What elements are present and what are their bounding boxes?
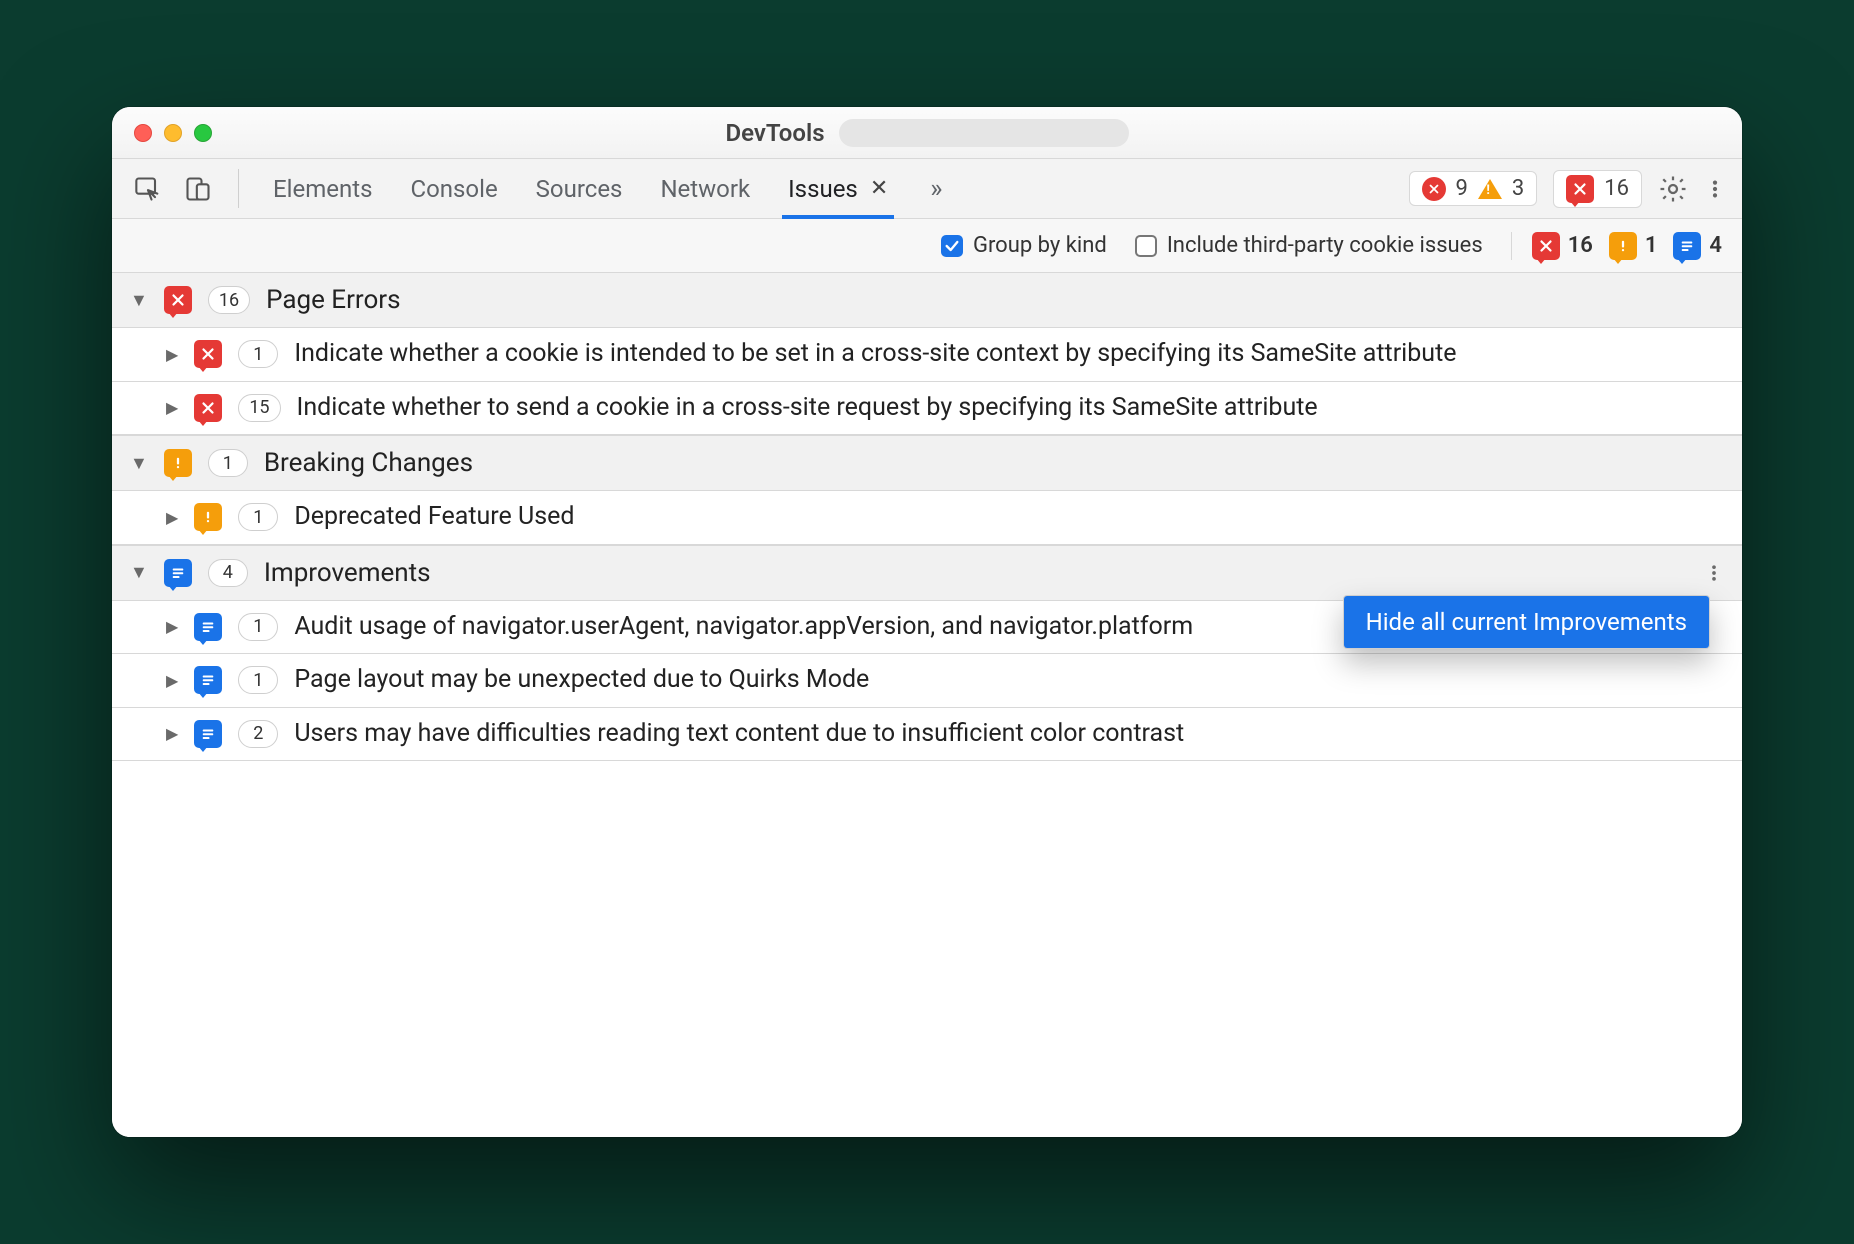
zoom-window-button[interactable] [194, 124, 212, 142]
issue-error-icon [164, 286, 192, 314]
issue-warning-icon [164, 449, 192, 477]
group-improvements[interactable]: ▼ 4 Improvements [112, 545, 1742, 601]
console-status-pill[interactable]: 9 3 [1409, 171, 1538, 206]
settings-icon[interactable] [1658, 174, 1688, 204]
issues-summary: 16 1 4 [1511, 232, 1722, 260]
group-by-kind-checkbox[interactable]: Group by kind [941, 233, 1107, 258]
panel-tabs: Elements Console Sources Network Issues … [273, 159, 1409, 218]
issue-count: 1 [238, 503, 278, 531]
summary-errors[interactable]: 16 [1532, 232, 1593, 260]
issue-count: 1 [238, 666, 278, 694]
issues-filter-bar: Group by kind Include third-party cookie… [112, 219, 1742, 273]
issue-warning-icon [1609, 232, 1637, 260]
disclosure-closed-icon: ▶ [166, 345, 178, 364]
summary-info[interactable]: 4 [1673, 232, 1722, 260]
issue-warning-icon [194, 503, 222, 531]
issue-info-icon [164, 559, 192, 587]
minimize-window-button[interactable] [164, 124, 182, 142]
disclosure-closed-icon: ▶ [166, 398, 178, 417]
group-more-icon[interactable] [1704, 560, 1724, 586]
inspect-element-icon[interactable] [134, 175, 162, 203]
error-count: 9 [1456, 176, 1468, 201]
tab-network[interactable]: Network [660, 159, 750, 218]
disclosure-closed-icon: ▶ [166, 617, 178, 636]
issue-count: 15 [238, 394, 280, 422]
issue-row[interactable]: ▶ 2 Users may have difficulties reading … [112, 708, 1742, 762]
checkbox-checked-icon [941, 235, 963, 257]
issue-title: Page layout may be unexpected due to Qui… [294, 664, 1724, 697]
summary-warnings[interactable]: 1 [1609, 232, 1658, 260]
tab-issues[interactable]: Issues ✕ [788, 159, 888, 218]
issue-title: Users may have difficulties reading text… [294, 718, 1724, 751]
window-titlebar: DevTools [112, 107, 1742, 159]
group-label: Breaking Changes [264, 448, 473, 478]
warning-count: 3 [1512, 176, 1524, 201]
issue-count: 1 [238, 340, 278, 368]
issue-info-icon [194, 666, 222, 694]
issue-title: Deprecated Feature Used [294, 501, 1724, 534]
issue-count: 2 [238, 720, 278, 748]
window-title-redacted [839, 119, 1129, 147]
issue-error-icon [1532, 232, 1560, 260]
main-toolbar: Elements Console Sources Network Issues … [112, 159, 1742, 219]
group-count: 4 [208, 559, 248, 587]
group-by-kind-label: Group by kind [973, 233, 1107, 258]
more-options-icon[interactable] [1704, 174, 1726, 204]
issues-count: 16 [1604, 176, 1629, 201]
issue-error-icon [194, 394, 222, 422]
issue-info-icon [194, 613, 222, 641]
issue-row[interactable]: ▶ 1 Audit usage of navigator.userAgent, … [112, 601, 1742, 655]
group-label: Improvements [264, 558, 431, 588]
disclosure-open-icon: ▼ [130, 562, 148, 583]
window-title: DevTools [725, 119, 824, 147]
issue-error-icon [1566, 175, 1594, 203]
issues-panel: ▼ 16 Page Errors ▶ 1 Indicate whether a … [112, 273, 1742, 1137]
disclosure-closed-icon: ▶ [166, 508, 178, 527]
issue-row[interactable]: ▶ 1 Deprecated Feature Used [112, 491, 1742, 545]
include-third-party-checkbox[interactable]: Include third-party cookie issues [1135, 233, 1483, 258]
include-third-party-label: Include third-party cookie issues [1167, 233, 1483, 258]
close-window-button[interactable] [134, 124, 152, 142]
issue-row[interactable]: ▶ 15 Indicate whether to send a cookie i… [112, 382, 1742, 436]
group-breaking-changes[interactable]: ▼ 1 Breaking Changes [112, 435, 1742, 491]
issue-title: Indicate whether a cookie is intended to… [294, 338, 1724, 371]
disclosure-open-icon: ▼ [130, 290, 148, 311]
checkbox-unchecked-icon [1135, 235, 1157, 257]
tab-console[interactable]: Console [410, 159, 497, 218]
issues-status-pill[interactable]: 16 [1553, 170, 1642, 208]
disclosure-closed-icon: ▶ [166, 724, 178, 743]
device-toolbar-icon[interactable] [184, 175, 212, 203]
devtools-window: DevTools [112, 107, 1742, 1137]
group-count: 16 [208, 286, 250, 314]
toolbar-divider [238, 169, 239, 208]
issue-info-icon [194, 720, 222, 748]
error-icon [1422, 177, 1446, 201]
issue-row[interactable]: ▶ 1 Indicate whether a cookie is intende… [112, 328, 1742, 382]
issue-error-icon [194, 340, 222, 368]
tab-elements[interactable]: Elements [273, 159, 372, 218]
disclosure-open-icon: ▼ [130, 453, 148, 474]
issue-row[interactable]: ▶ 1 Page layout may be unexpected due to… [112, 654, 1742, 708]
disclosure-closed-icon: ▶ [166, 671, 178, 690]
context-menu: Hide all current Improvements [1343, 595, 1710, 649]
tab-sources[interactable]: Sources [536, 159, 623, 218]
group-label: Page Errors [266, 285, 400, 315]
issue-count: 1 [238, 613, 278, 641]
group-count: 1 [208, 449, 248, 477]
group-page-errors[interactable]: ▼ 16 Page Errors [112, 273, 1742, 328]
menu-item-hide-improvements[interactable]: Hide all current Improvements [1344, 596, 1709, 648]
window-controls [134, 124, 212, 142]
issue-info-icon [1673, 232, 1701, 260]
warning-icon [1478, 179, 1502, 199]
issue-title: Indicate whether to send a cookie in a c… [297, 392, 1724, 425]
more-tabs-icon[interactable]: » [930, 174, 942, 204]
close-tab-icon[interactable]: ✕ [870, 176, 888, 201]
